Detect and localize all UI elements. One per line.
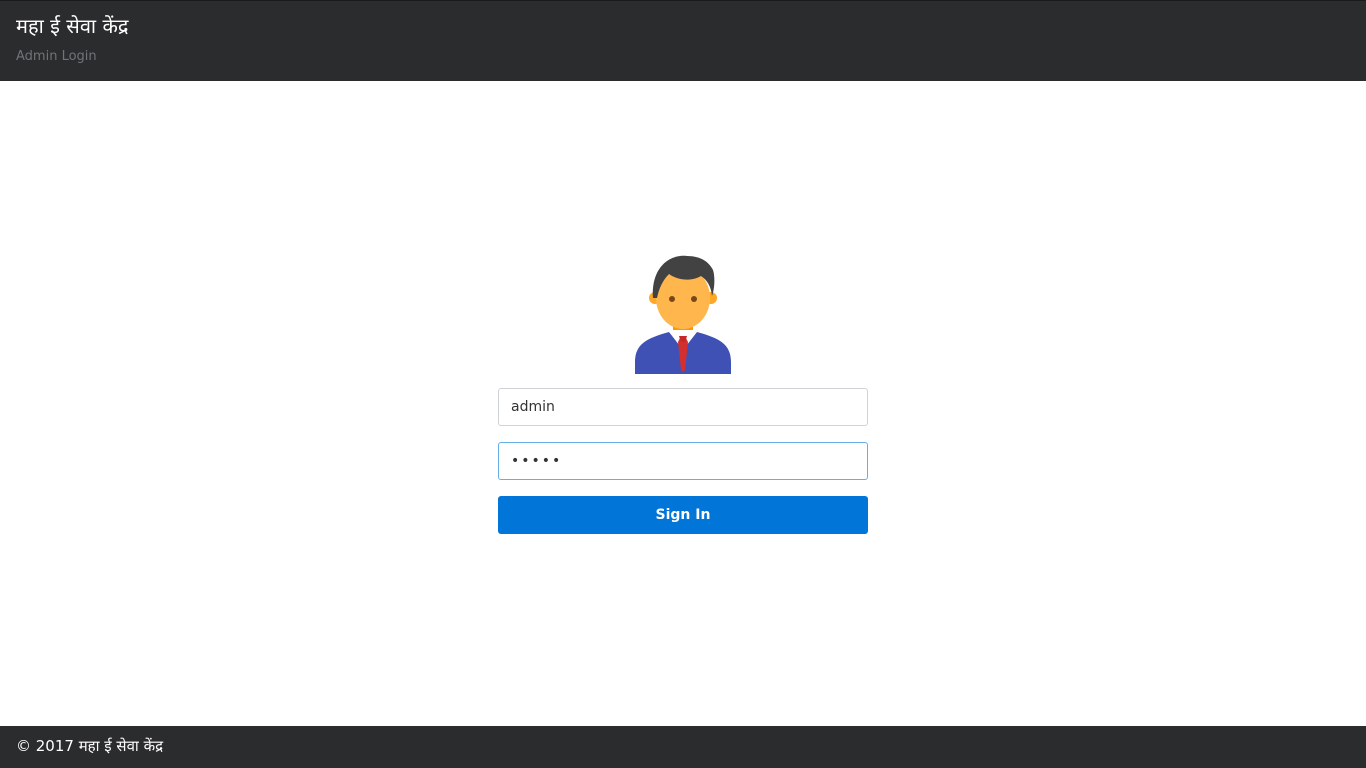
username-field[interactable] (498, 388, 868, 426)
top-header: महा ई सेवा केंद्र Admin Login (0, 0, 1366, 81)
page-footer: © 2017 महा ई सेवा केंद्र (0, 726, 1366, 768)
page-subtitle: Admin Login (16, 49, 97, 64)
password-field[interactable] (498, 442, 868, 480)
copyright-text: © 2017 महा ई सेवा केंद्र (16, 737, 164, 755)
user-avatar-icon (635, 255, 731, 374)
sign-in-button[interactable]: Sign In (498, 496, 868, 534)
site-title: महा ई सेवा केंद्र (16, 14, 129, 38)
